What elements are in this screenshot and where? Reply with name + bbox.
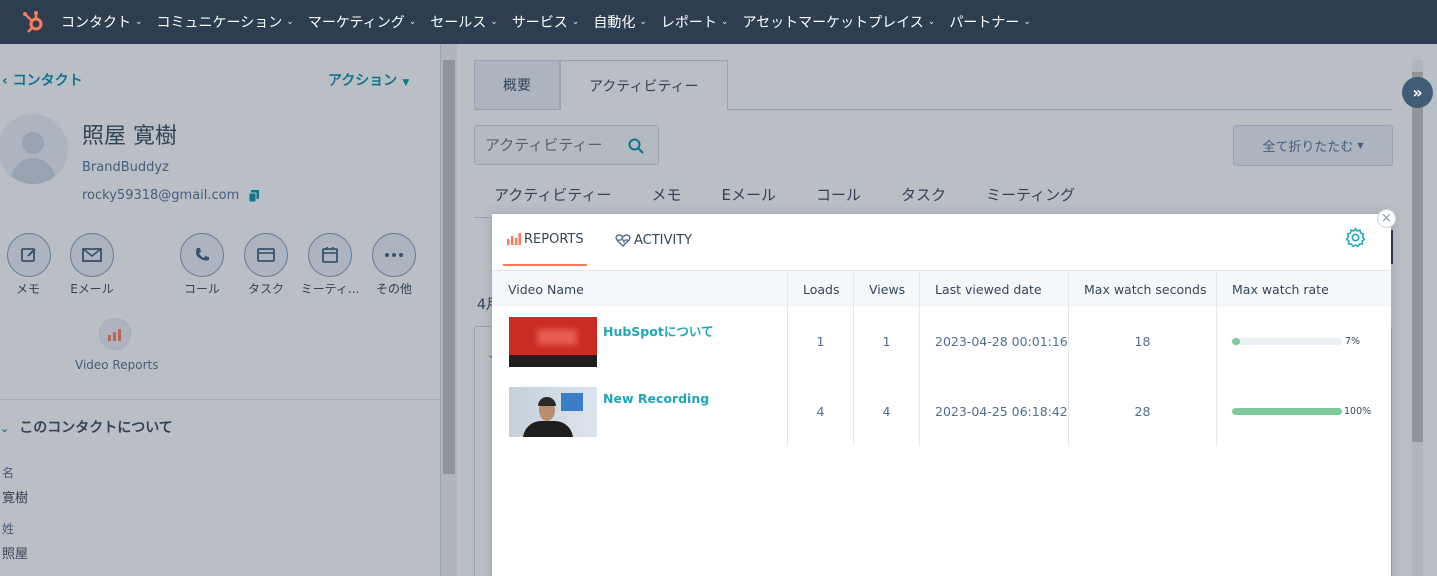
nav-automation[interactable]: 自動化 ⌄ bbox=[593, 12, 647, 32]
chevron-down-icon: ⌄ bbox=[286, 17, 294, 27]
watch-rate-label: 100% bbox=[1344, 406, 1372, 417]
column-divider bbox=[1216, 271, 1217, 446]
nav-reports[interactable]: レポート ⌄ bbox=[661, 12, 729, 32]
max-seconds-value: 28 bbox=[1134, 404, 1151, 419]
top-navigation: コンタクト ⌄ コミュニケーション ⌄ マーケティング ⌄ セールス ⌄ サービス ⌄ 自… bbox=[0, 0, 1437, 44]
views-value: 1 bbox=[882, 334, 891, 349]
hubspot-logo-icon[interactable] bbox=[19, 7, 49, 37]
bar-chart-icon bbox=[507, 233, 521, 245]
close-modal-button[interactable]: × bbox=[1377, 209, 1396, 228]
column-divider bbox=[853, 271, 854, 446]
button-edge bbox=[1391, 230, 1393, 264]
double-chevron-right-icon: » bbox=[1412, 83, 1423, 102]
video-thumbnail[interactable] bbox=[509, 387, 597, 437]
loads-value: 1 bbox=[816, 334, 825, 349]
tab-activity-report[interactable]: ACTIVITY bbox=[615, 214, 692, 266]
watch-rate-bar bbox=[1232, 408, 1342, 415]
chevron-down-icon: ⌄ bbox=[490, 17, 498, 27]
nav-partners[interactable]: パートナー ⌄ bbox=[949, 12, 1031, 32]
watch-rate-bar bbox=[1232, 338, 1342, 345]
max-seconds-value: 18 bbox=[1134, 334, 1151, 349]
chevron-down-icon: ⌄ bbox=[639, 17, 647, 27]
column-header-max-watch-rate: Max watch rate bbox=[1232, 281, 1329, 297]
column-divider bbox=[919, 271, 920, 446]
modal-tabs: REPORTS ACTIVITY bbox=[492, 214, 1391, 271]
column-header-last-viewed: Last viewed date bbox=[935, 281, 1042, 297]
column-divider bbox=[1068, 271, 1069, 446]
last-viewed-value: 2023-04-25 06:18:42 bbox=[935, 404, 1068, 419]
nav-asset-marketplace[interactable]: アセットマーケットプレイス ⌄ bbox=[742, 12, 935, 32]
gear-icon[interactable] bbox=[1345, 227, 1366, 248]
table-header: Video Name Loads Views Last viewed date … bbox=[492, 271, 1391, 307]
video-reports-modal: REPORTS ACTIVITY Video Name Loads Views … bbox=[492, 214, 1391, 576]
watch-rate-label: 7% bbox=[1345, 336, 1361, 347]
chevron-down-icon: ⌄ bbox=[571, 17, 580, 27]
nav-conversations[interactable]: コミュニケーション ⌄ bbox=[157, 12, 294, 32]
video-name-link[interactable]: New Recording bbox=[603, 391, 709, 406]
close-icon: × bbox=[1381, 211, 1392, 226]
last-viewed-value: 2023-04-28 00:01:16 bbox=[935, 334, 1068, 349]
column-header-loads: Loads bbox=[803, 281, 840, 297]
views-value: 4 bbox=[882, 404, 891, 419]
expand-sidebar-button[interactable]: » bbox=[1402, 77, 1433, 108]
chevron-down-icon: ⌄ bbox=[135, 17, 143, 27]
chevron-down-icon: ⌄ bbox=[720, 17, 729, 27]
column-header-max-watch-seconds: Max watch seconds bbox=[1084, 281, 1207, 297]
column-header-video-name: Video Name bbox=[508, 281, 584, 297]
chevron-down-icon: ⌄ bbox=[1023, 17, 1031, 27]
loads-value: 4 bbox=[816, 404, 825, 419]
column-header-views: Views bbox=[869, 281, 906, 297]
chevron-down-icon: ⌄ bbox=[408, 17, 417, 27]
nav-sales[interactable]: セールス ⌄ bbox=[430, 12, 498, 32]
nav-contacts[interactable]: コンタクト ⌄ bbox=[61, 12, 143, 32]
heartbeat-icon bbox=[615, 233, 631, 247]
chevron-down-icon: ⌄ bbox=[927, 17, 936, 27]
video-name-link[interactable]: HubSpotについて bbox=[603, 321, 713, 340]
nav-service[interactable]: サービス ⌄ bbox=[512, 12, 580, 32]
tab-reports[interactable]: REPORTS bbox=[503, 214, 587, 266]
nav-marketing[interactable]: マーケティング ⌄ bbox=[308, 12, 416, 32]
column-divider bbox=[787, 271, 788, 446]
video-thumbnail[interactable] bbox=[509, 317, 597, 367]
